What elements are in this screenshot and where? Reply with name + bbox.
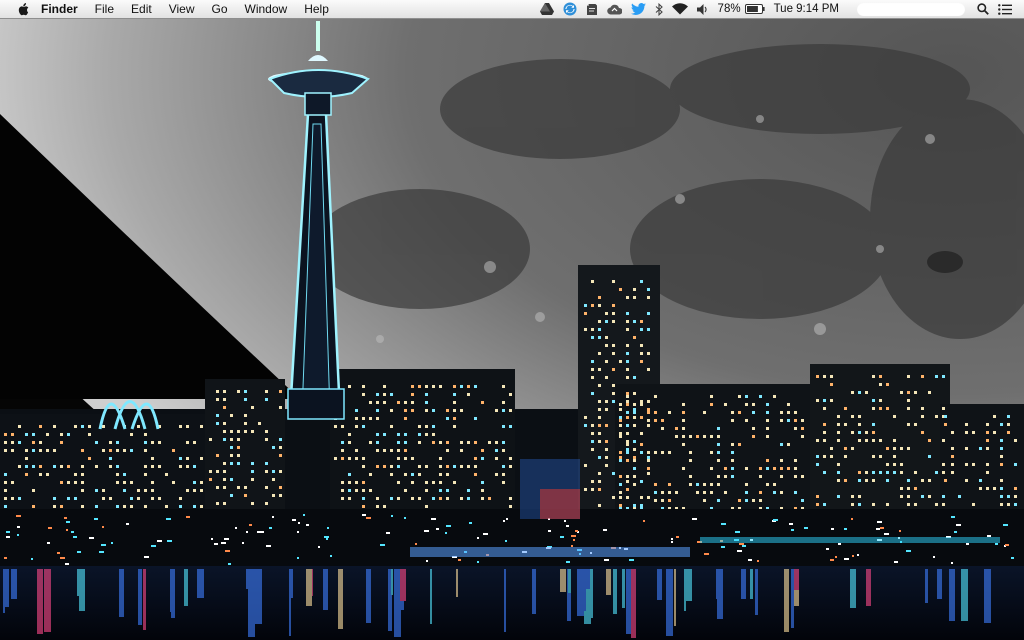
notification-center-icon[interactable] [998, 0, 1012, 18]
battery-percent[interactable]: 78% [718, 0, 741, 18]
menu-view[interactable]: View [169, 2, 195, 16]
sync-icon[interactable] [563, 0, 577, 18]
menu-window[interactable]: Window [245, 2, 288, 16]
menu-app-finder[interactable]: Finder [41, 2, 78, 16]
spotlight-search-icon[interactable] [977, 0, 989, 18]
twitter-icon[interactable] [630, 0, 646, 18]
menu-help[interactable]: Help [304, 2, 329, 16]
menu-edit[interactable]: Edit [131, 2, 152, 16]
menu-go[interactable]: Go [212, 2, 228, 16]
cloud-app-icon[interactable] [606, 0, 622, 18]
menu-file[interactable]: File [95, 2, 114, 16]
wifi-icon[interactable] [671, 0, 688, 18]
apple-logo-icon[interactable] [17, 2, 29, 16]
status-area: 78% Tue 9:14 PM [539, 0, 1024, 18]
volume-icon[interactable] [696, 0, 709, 18]
bluetooth-icon[interactable] [655, 0, 663, 18]
google-drive-icon[interactable] [539, 0, 554, 18]
user-name-pill[interactable] [857, 2, 965, 16]
menu-clock[interactable]: Tue 9:14 PM [774, 0, 839, 18]
evernote-icon[interactable] [586, 0, 598, 18]
menu-bar: Finder File Edit View Go Window Help 78% [0, 0, 1024, 19]
battery-icon[interactable] [744, 0, 765, 18]
desktop-wallpaper [0, 19, 1024, 640]
